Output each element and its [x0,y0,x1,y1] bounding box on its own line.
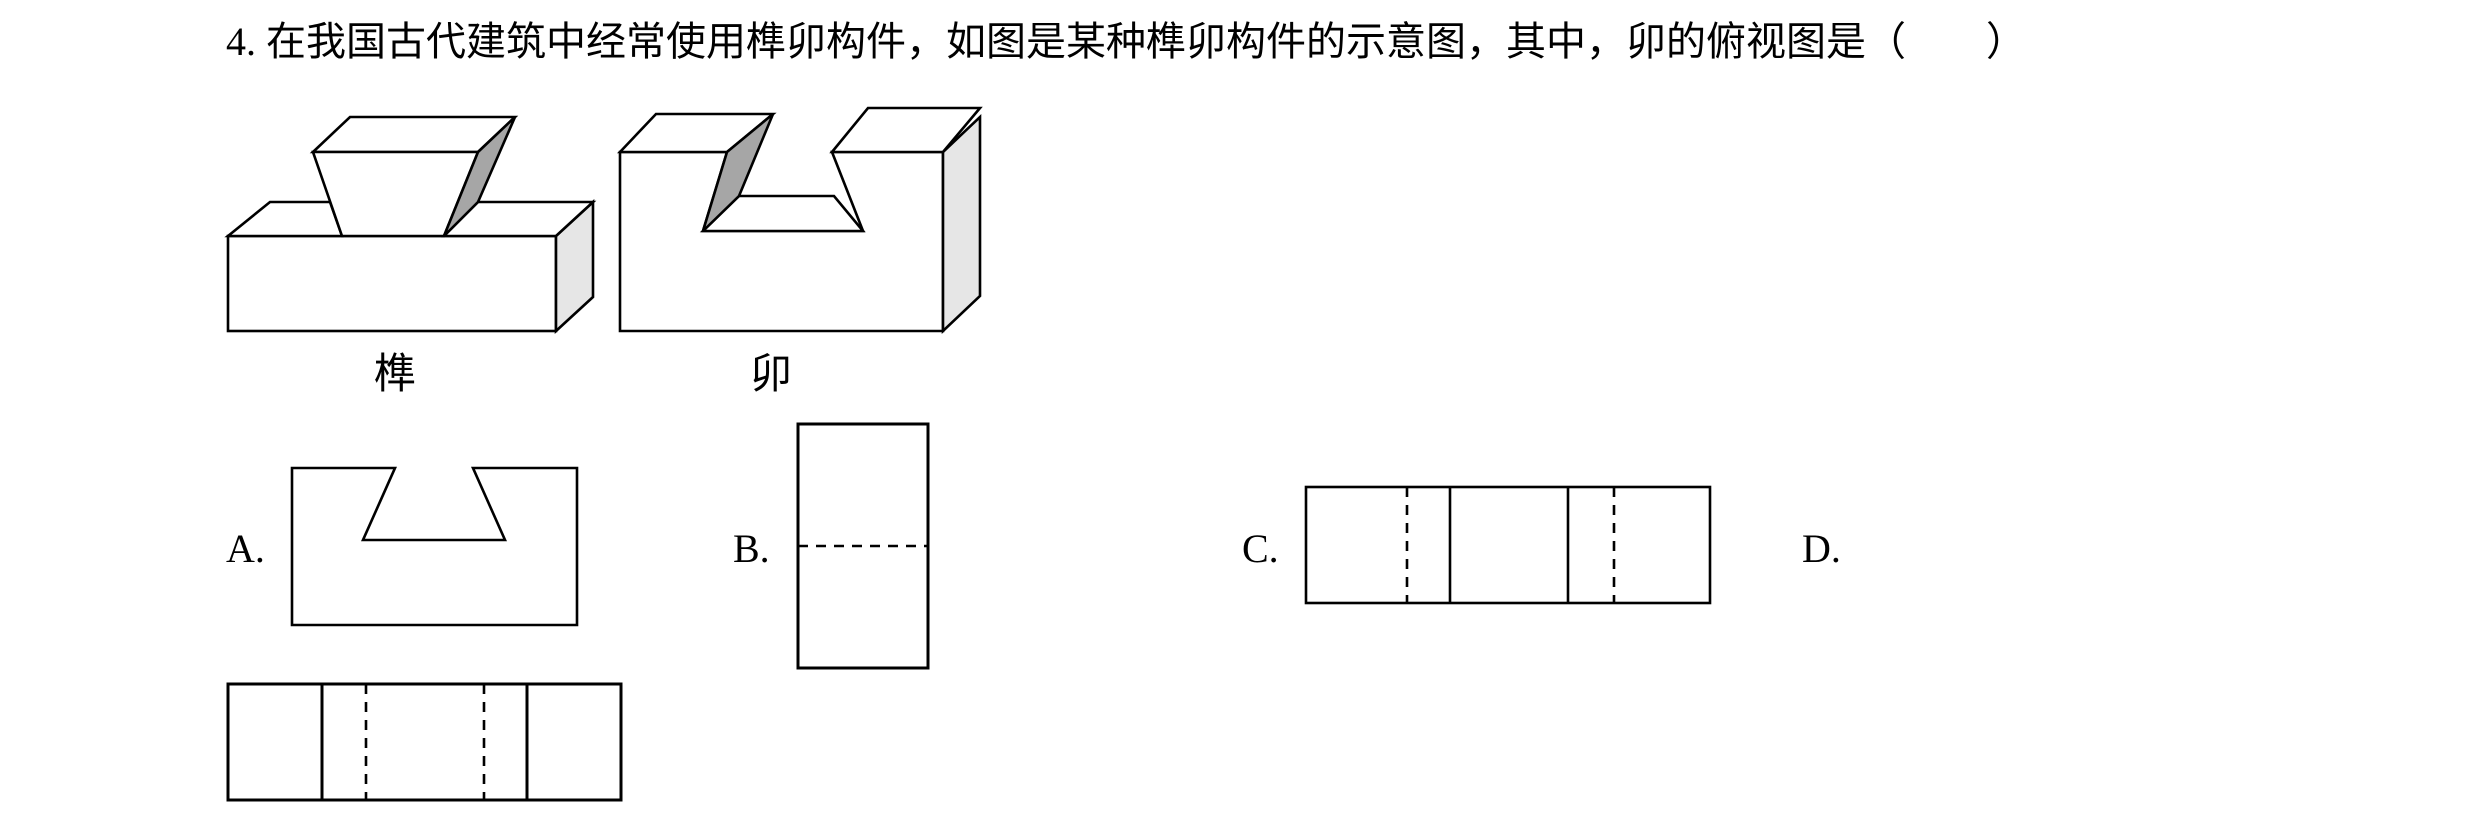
mortise-front-face [618,150,945,333]
tenon-figure [224,115,597,334]
option-a-outline [290,466,579,627]
mortise-caption: 卯 [750,352,793,398]
tenon-front-face [226,234,558,333]
option-b-drawing [796,422,930,670]
option-d-label[interactable]: D. [1802,524,1841,574]
option-c-drawing [1304,485,1712,605]
mortise-right-face [941,113,982,335]
mortise-figure [616,106,983,335]
option-a-drawing [290,466,579,627]
option-d-drawing [226,682,623,802]
option-a-label[interactable]: A. [226,524,265,574]
option-b-label[interactable]: B. [733,524,770,574]
option-c-label[interactable]: C. [1242,524,1279,574]
question-page: { "question": { "number": "4.", "text": … [0,0,2480,819]
tenon-left-ledge [224,200,344,238]
tenon-caption: 榫 [374,352,417,398]
option-c-outline [1304,485,1712,605]
figure-canvas [224,106,1712,802]
option-d-outline [226,682,623,802]
